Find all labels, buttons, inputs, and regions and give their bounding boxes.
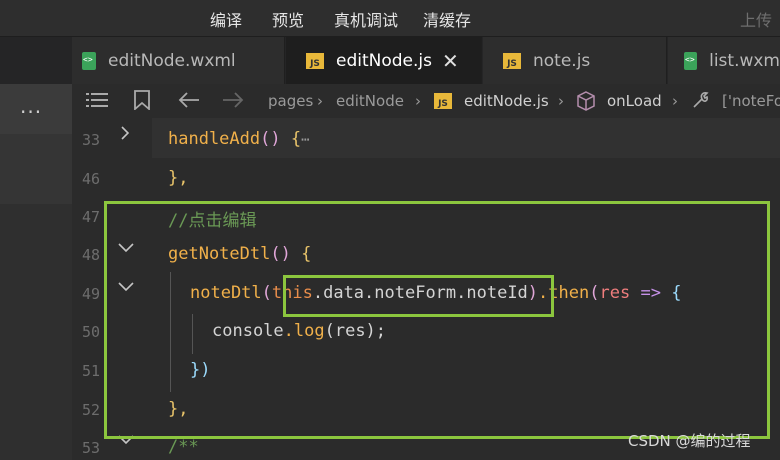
breadcrumb-folder[interactable]: editNode <box>336 92 404 110</box>
tab-label: editNode.wxml <box>108 50 236 71</box>
highlight-box-argument <box>283 275 554 317</box>
code-token: }, <box>168 168 189 188</box>
line-number: 51 <box>82 362 101 380</box>
list-icon[interactable] <box>86 92 108 108</box>
tab-label: note.js <box>533 50 591 71</box>
folded-ellipsis-icon[interactable]: ⋯ <box>301 132 309 148</box>
wxml-file-icon <box>684 51 698 70</box>
activity-bar-panel <box>0 134 72 204</box>
method-cube-icon <box>577 91 595 111</box>
highlight-box-function <box>104 201 770 439</box>
wxml-file-icon <box>82 51 96 70</box>
compile-button[interactable]: 编译 <box>210 7 242 31</box>
line-number: 48 <box>82 246 101 264</box>
code-token: { <box>290 129 302 149</box>
breadcrumb-file[interactable]: editNode.js <box>464 92 549 110</box>
chevron-right-icon: › <box>672 92 678 110</box>
js-file-icon: JS <box>434 93 452 109</box>
top-toolbar: 编译 预览 真机调试 清缓存 上传 <box>0 0 780 37</box>
tab-note-js[interactable]: JS note.js <box>483 37 667 84</box>
code-comment: /** <box>168 437 199 457</box>
line-number: 50 <box>82 323 101 341</box>
function-name: handleAdd <box>168 129 261 149</box>
tab-list-wxml[interactable]: list.wxm <box>668 37 780 84</box>
js-file-icon: JS <box>306 53 324 69</box>
tab-label: list.wxm <box>709 50 780 71</box>
chevron-right-icon: › <box>415 92 421 110</box>
fold-expand-icon[interactable] <box>118 126 132 140</box>
chevron-right-icon: › <box>317 92 323 110</box>
device-debug-button[interactable]: 真机调试 <box>334 7 398 31</box>
more-icon[interactable]: ... <box>20 94 42 118</box>
bookmark-icon[interactable] <box>134 90 150 110</box>
watermark: CSDN @编的过程 <box>628 432 751 450</box>
line-number: 52 <box>82 401 101 419</box>
line-number: 46 <box>82 170 101 188</box>
breadcrumb: pages › editNode › JS editNode.js › onLo… <box>72 84 780 118</box>
code-line-46[interactable]: }, <box>168 168 188 188</box>
close-icon[interactable]: ✕ <box>442 49 459 73</box>
chevron-right-icon: › <box>558 92 564 110</box>
line-number: 53 <box>82 439 101 457</box>
tab-label: editNode.js <box>336 51 432 71</box>
breadcrumb-pages[interactable]: pages <box>268 92 313 110</box>
js-file-icon: JS <box>503 52 521 69</box>
upload-button[interactable]: 上传 <box>740 7 772 31</box>
preview-button[interactable]: 预览 <box>272 7 304 31</box>
tab-editnode-wxml[interactable]: editNode.wxml <box>72 37 285 84</box>
line-number: 33 <box>82 131 101 149</box>
clear-cache-button[interactable]: 清缓存 <box>423 7 471 31</box>
code-token: () <box>260 129 281 149</box>
back-arrow-icon[interactable] <box>178 92 200 108</box>
breadcrumb-method[interactable]: onLoad <box>607 92 662 110</box>
code-line-53[interactable]: /** <box>168 437 199 457</box>
tab-editnode-js[interactable]: JS editNode.js ✕ <box>286 37 482 84</box>
line-number: 47 <box>82 208 101 226</box>
breadcrumb-property[interactable]: ['noteFo <box>722 92 780 110</box>
wrench-icon <box>693 92 709 108</box>
forward-arrow-icon[interactable] <box>222 92 244 108</box>
code-line-33[interactable]: handleAdd() {⋯ <box>168 129 310 149</box>
line-number: 49 <box>82 285 101 303</box>
